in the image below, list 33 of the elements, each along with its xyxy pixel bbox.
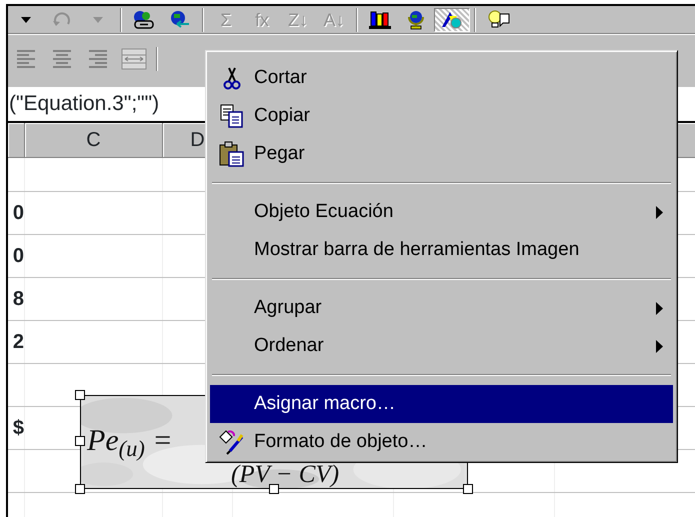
dropdown-arrow-icon[interactable] (21, 16, 31, 22)
web-toolbar-icon[interactable] (169, 10, 191, 30)
cell-value: 0 (12, 201, 24, 226)
chart-icon[interactable] (368, 10, 392, 30)
format-brush-icon (218, 429, 246, 455)
cell-value: 0 (12, 244, 24, 269)
paste-icon (219, 141, 245, 167)
menu-item[interactable]: Mostrar barra de herramientas Imagen (210, 231, 673, 269)
hyperlink-icon[interactable] (132, 10, 156, 30)
merge-center-icon[interactable] (121, 48, 147, 70)
column-header[interactable] (8, 123, 25, 158)
equation-text: Pe$_{(u)}$ = (87, 423, 173, 463)
cell-value: $ (12, 416, 24, 441)
cell-value: 2 (12, 330, 24, 355)
resize-handle[interactable] (75, 390, 85, 400)
cell-value: 8 (12, 287, 24, 312)
resize-handle[interactable] (75, 484, 85, 494)
drawing-toolbar-button[interactable] (434, 8, 470, 32)
globe-stand-icon[interactable] (405, 10, 427, 30)
resize-handle[interactable] (75, 436, 85, 446)
resize-handle[interactable] (463, 484, 473, 494)
menu-item[interactable]: Objeto Ecuación (210, 193, 673, 231)
menu-item[interactable]: Ordenar (210, 327, 673, 365)
lightbulb-icon[interactable] (486, 10, 510, 30)
menu-item[interactable]: Cortar (210, 59, 673, 97)
copy-icon (220, 104, 244, 128)
shapes-icon (440, 10, 464, 30)
menu-item[interactable]: Asignar macro… (210, 385, 673, 423)
formula-text: ("Equation.3";"") (9, 91, 160, 118)
menu-item[interactable]: Agrupar (210, 289, 673, 327)
column-header[interactable]: C (25, 123, 163, 158)
equation-text: (PV − CV) (231, 462, 340, 487)
scissors-icon (221, 66, 243, 90)
